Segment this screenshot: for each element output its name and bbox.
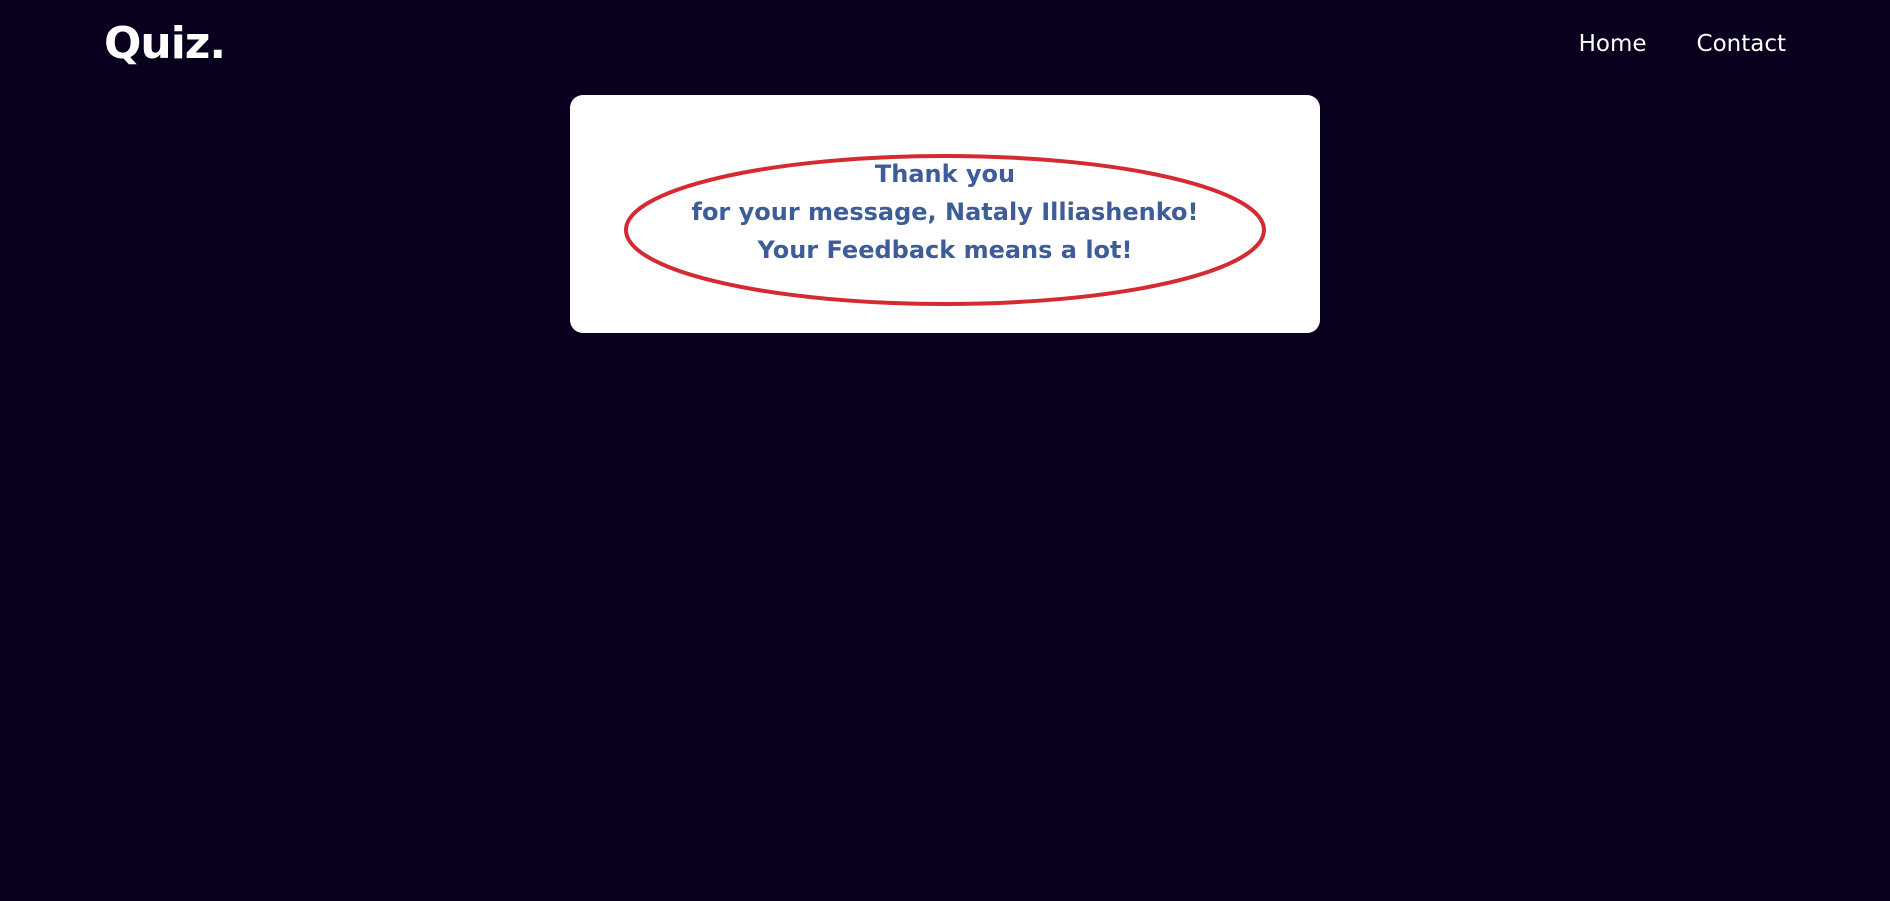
message-line-1: Thank you	[874, 160, 1016, 188]
nav-contact-link[interactable]: Contact	[1697, 28, 1786, 60]
site-header: Quiz. Home Contact	[0, 0, 1890, 90]
message-line-3: Your Feedback means a lot!	[757, 236, 1133, 264]
message-line-2: for your message, Nataly Illiashenko!	[691, 198, 1199, 226]
nav-home-link[interactable]: Home	[1579, 28, 1647, 60]
logo[interactable]: Quiz.	[104, 18, 226, 70]
thank-you-message: Thank you for your message, Nataly Illia…	[570, 155, 1320, 269]
thank-you-card: Thank you for your message, Nataly Illia…	[570, 95, 1320, 333]
main-nav: Home Contact	[1579, 28, 1786, 60]
